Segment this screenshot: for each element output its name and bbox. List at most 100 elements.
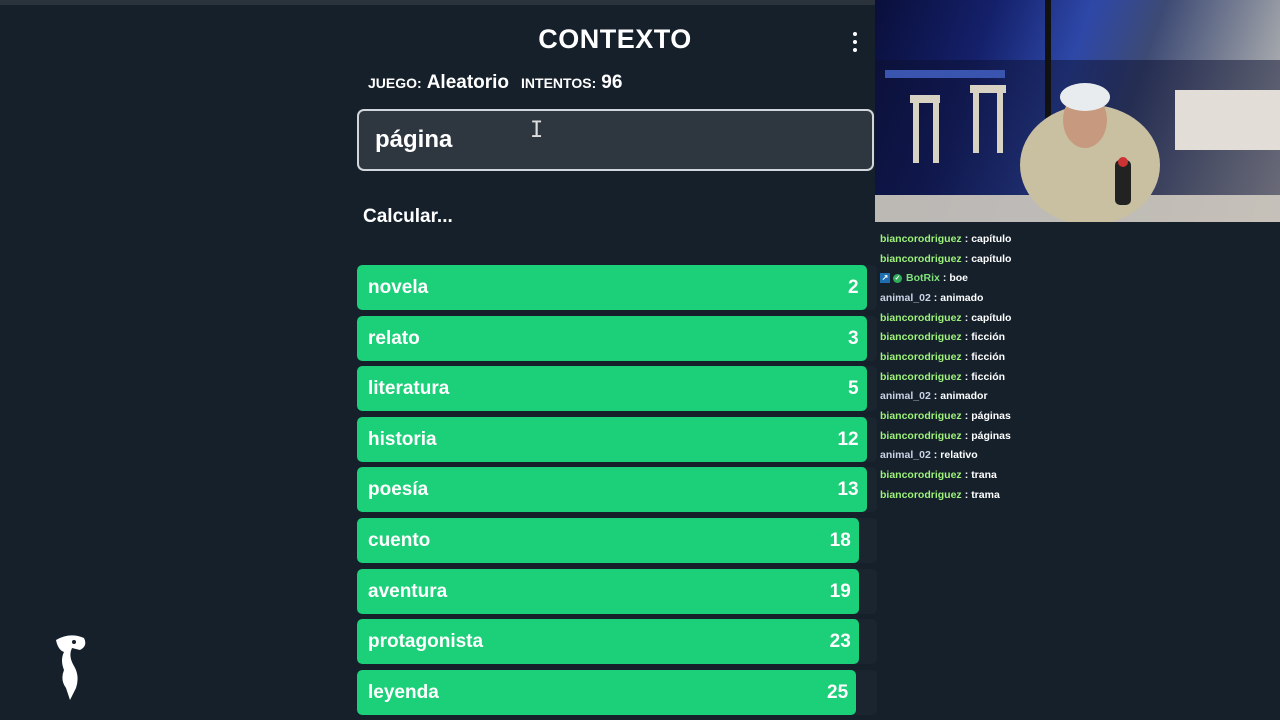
guess-row: novela 2 bbox=[357, 265, 877, 310]
guess-word: protagonista bbox=[368, 631, 484, 653]
page-title: CONTEXTO bbox=[538, 24, 692, 54]
guess-word: novela bbox=[368, 277, 429, 298]
attempts-label: INTENTOS: bbox=[521, 75, 597, 91]
guess-row: aventura 19 bbox=[357, 568, 877, 614]
chat-username[interactable]: biancorodriguez bbox=[880, 331, 962, 343]
guess-rank: 25 bbox=[827, 681, 849, 703]
guess-word: leyenda bbox=[368, 681, 439, 703]
chat-username[interactable]: biancorodriguez bbox=[880, 233, 962, 245]
chat-message: biancorodriguez: ficción bbox=[880, 347, 1280, 367]
guess-row: historia 12 bbox=[357, 416, 877, 462]
chat-panel: biancorodriguez: capítulo biancorodriguez:… bbox=[880, 229, 1280, 505]
chat-message: animal_02: animado bbox=[880, 288, 1280, 308]
chat-message: ↗ ✓ BotRix: boe bbox=[880, 268, 1280, 288]
chat-message: animal_02: animador bbox=[880, 387, 1280, 407]
chat-separator: : bbox=[964, 350, 969, 363]
guess-rank: 18 bbox=[829, 529, 851, 551]
verified-badge-icon: ✓ bbox=[893, 273, 902, 283]
chat-message: biancorodriguez: ficción bbox=[880, 367, 1280, 387]
more-options-icon[interactable] bbox=[845, 30, 865, 54]
chat-message: biancorodriguez: trana bbox=[880, 465, 1280, 485]
chat-separator: : bbox=[964, 410, 969, 423]
chat-separator: : bbox=[964, 469, 969, 482]
guess-rank: 23 bbox=[829, 631, 851, 653]
guess-input[interactable] bbox=[357, 109, 874, 171]
chat-separator: : bbox=[933, 449, 938, 462]
chat-text: boe bbox=[949, 272, 969, 285]
chat-username[interactable]: biancorodriguez bbox=[880, 489, 962, 501]
guess-rank: 12 bbox=[837, 428, 859, 450]
guess-row: cuento 18 bbox=[357, 517, 877, 563]
guess-word: relato bbox=[368, 327, 420, 349]
guess-rank: 19 bbox=[829, 580, 851, 602]
closeness-bar bbox=[357, 315, 867, 361]
chat-message: biancorodriguez: trama bbox=[880, 485, 1280, 505]
text-cursor-icon: I bbox=[530, 118, 544, 143]
chat-message: biancorodriguez: capítulo bbox=[880, 308, 1280, 328]
guess-rank: 2 bbox=[848, 277, 859, 298]
chat-username[interactable]: biancorodriguez bbox=[880, 410, 962, 422]
guess-word: aventura bbox=[368, 580, 448, 602]
chat-text: trama bbox=[971, 488, 1000, 501]
chat-username[interactable]: biancorodriguez bbox=[880, 253, 962, 265]
guess-rank: 5 bbox=[848, 378, 859, 400]
chat-text: animado bbox=[940, 291, 984, 304]
chat-text: relativo bbox=[940, 449, 978, 462]
webcam-feed bbox=[875, 0, 1280, 222]
chat-message: biancorodriguez: capítulo bbox=[880, 249, 1280, 269]
chat-text: capítulo bbox=[971, 311, 1012, 324]
closeness-bar bbox=[357, 517, 859, 563]
chat-message: biancorodriguez: páginas bbox=[880, 426, 1280, 446]
chat-text: animador bbox=[940, 390, 988, 403]
chat-separator: : bbox=[964, 488, 969, 501]
chat-text: páginas bbox=[971, 410, 1011, 423]
chat-username[interactable]: BotRix bbox=[906, 272, 940, 284]
closeness-bar bbox=[357, 467, 867, 513]
chat-username[interactable]: biancorodriguez bbox=[880, 351, 962, 363]
guess-word: poesía bbox=[368, 479, 429, 501]
chat-username[interactable]: biancorodriguez bbox=[880, 312, 962, 324]
chat-text: páginas bbox=[971, 429, 1011, 442]
game-info: JUEGO: Aleatorio INTENTOS: 96 bbox=[368, 72, 634, 94]
closeness-bar bbox=[357, 265, 867, 310]
chat-message: animal_02: relativo bbox=[880, 446, 1280, 466]
chat-username[interactable]: animal_02 bbox=[880, 390, 931, 402]
chat-username[interactable]: biancorodriguez bbox=[880, 371, 962, 383]
guess-row: relato 3 bbox=[357, 315, 877, 361]
game-panel: CONTEXTO JUEGO: Aleatorio INTENTOS: 96 I… bbox=[345, 0, 877, 720]
chat-text: trana bbox=[971, 469, 997, 482]
chat-separator: : bbox=[964, 331, 969, 344]
chat-separator: : bbox=[964, 370, 969, 383]
chat-separator: : bbox=[933, 390, 938, 403]
chat-message: biancorodriguez: ficción bbox=[880, 327, 1280, 347]
chat-username[interactable]: biancorodriguez bbox=[880, 469, 962, 481]
chat-message: biancorodriguez: páginas bbox=[880, 406, 1280, 426]
channel-logo bbox=[50, 632, 90, 702]
mode-label: JUEGO: bbox=[368, 75, 422, 91]
chat-text: capítulo bbox=[971, 252, 1012, 265]
bot-badge-icon: ↗ bbox=[880, 273, 890, 284]
chat-text: ficción bbox=[971, 370, 1006, 383]
chat-separator: : bbox=[964, 429, 969, 442]
guess-word: historia bbox=[368, 428, 437, 450]
guess-row: literatura 5 bbox=[357, 366, 877, 412]
chat-username[interactable]: animal_02 bbox=[880, 449, 931, 461]
chat-username[interactable]: animal_02 bbox=[880, 292, 931, 304]
guess-rank: 3 bbox=[848, 327, 859, 349]
guess-rank: 13 bbox=[837, 479, 859, 501]
chat-username[interactable]: biancorodriguez bbox=[880, 430, 962, 442]
guess-word: cuento bbox=[368, 529, 431, 551]
chat-separator: : bbox=[964, 252, 969, 265]
chat-separator: : bbox=[964, 311, 969, 324]
status-text: Calcular... bbox=[363, 206, 453, 227]
guess-row: poesía 13 bbox=[357, 467, 877, 513]
chat-separator: : bbox=[964, 232, 969, 245]
guess-list: novela 2 relato 3 literatura 5 historia 12 poesí… bbox=[357, 265, 877, 720]
chat-message: biancorodriguez: capítulo bbox=[880, 229, 1280, 249]
attempts-value: 96 bbox=[601, 72, 623, 93]
guess-word: literatura bbox=[368, 378, 450, 400]
chat-separator: : bbox=[942, 272, 947, 285]
guess-row: protagonista 23 bbox=[357, 619, 877, 665]
mode-value: Aleatorio bbox=[426, 72, 510, 93]
guess-row: leyenda 25 bbox=[357, 669, 877, 715]
